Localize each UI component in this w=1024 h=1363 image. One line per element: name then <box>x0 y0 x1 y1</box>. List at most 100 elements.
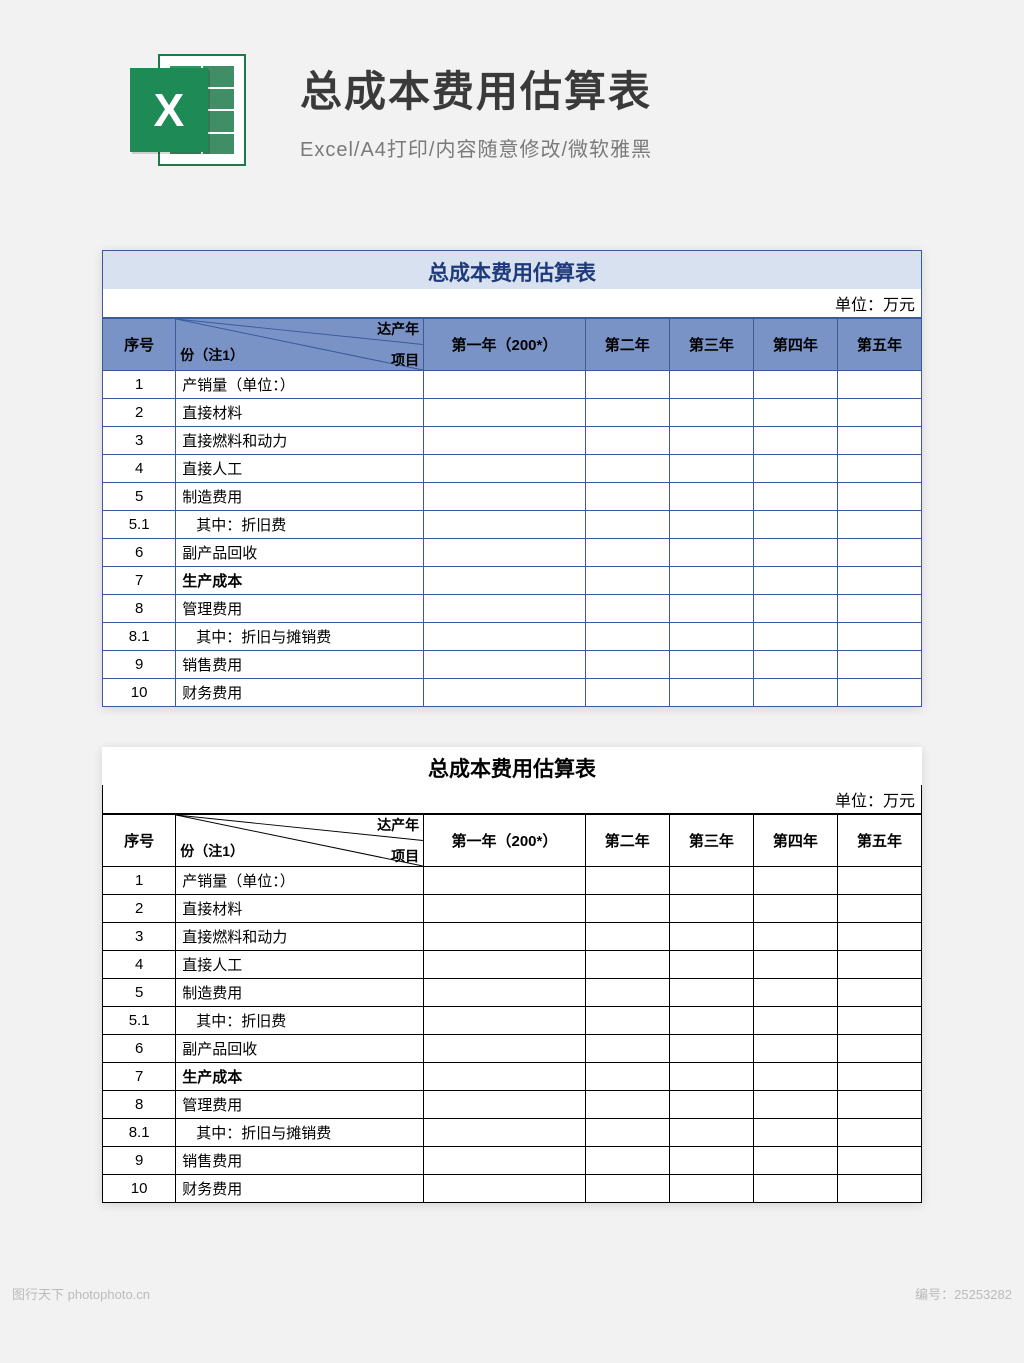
cell-item: 销售费用 <box>176 1147 424 1175</box>
watermark-source: 图行天下 photophoto.cn <box>12 1284 150 1303</box>
cell-item: 财务费用 <box>176 679 424 707</box>
cell-year <box>585 623 669 651</box>
col-year4-header: 第四年 <box>753 319 837 371</box>
cell-year <box>837 979 921 1007</box>
cell-year <box>424 1007 586 1035</box>
cell-year <box>424 1175 586 1203</box>
cell-year <box>585 923 669 951</box>
cell-item: 产销量（单位：） <box>176 371 424 399</box>
cell-year <box>669 595 753 623</box>
cell-year <box>424 679 586 707</box>
cell-year <box>669 427 753 455</box>
cell-year <box>424 1063 586 1091</box>
sheet-unit-label-plain: 单位：万元 <box>102 785 922 814</box>
cell-year <box>753 567 837 595</box>
cell-year <box>424 623 586 651</box>
cell-year <box>753 595 837 623</box>
cell-year <box>837 1175 921 1203</box>
cell-year <box>753 1091 837 1119</box>
cell-year <box>753 923 837 951</box>
cell-year <box>424 511 586 539</box>
cell-year <box>753 371 837 399</box>
col-year2-header: 第二年 <box>585 319 669 371</box>
cell-seq: 3 <box>103 923 176 951</box>
cell-seq: 5 <box>103 979 176 1007</box>
table-row: 3直接燃料和动力 <box>103 427 922 455</box>
cell-year <box>669 623 753 651</box>
cell-seq: 4 <box>103 951 176 979</box>
cell-seq: 1 <box>103 371 176 399</box>
cell-year <box>424 895 586 923</box>
table-row: 8.1其中：折旧与摊销费 <box>103 1119 922 1147</box>
cell-item: 其中：折旧与摊销费 <box>176 623 424 651</box>
table-row: 2直接材料 <box>103 895 922 923</box>
cell-year <box>669 399 753 427</box>
cell-seq: 8 <box>103 1091 176 1119</box>
table-row: 10财务费用 <box>103 679 922 707</box>
cell-seq: 8.1 <box>103 623 176 651</box>
cell-seq: 5 <box>103 483 176 511</box>
sheet-title: 总成本费用估算表 <box>102 250 922 289</box>
cell-seq: 7 <box>103 567 176 595</box>
cell-year <box>669 951 753 979</box>
col-year1-header: 第一年（200*） <box>424 319 586 371</box>
cell-seq: 10 <box>103 679 176 707</box>
page-title: 总成本费用估算表 <box>300 58 652 119</box>
cell-item: 直接燃料和动力 <box>176 427 424 455</box>
col-seq-header: 序号 <box>103 319 176 371</box>
cell-year <box>753 511 837 539</box>
diag-label-mid: 份（注1） <box>180 345 244 365</box>
cell-year <box>424 539 586 567</box>
cell-year <box>424 1091 586 1119</box>
cell-item: 财务费用 <box>176 1175 424 1203</box>
cell-year <box>585 679 669 707</box>
cell-year <box>585 979 669 1007</box>
table-row: 9销售费用 <box>103 651 922 679</box>
cell-year <box>753 1119 837 1147</box>
table-row: 7生产成本 <box>103 1063 922 1091</box>
cell-year <box>585 567 669 595</box>
cell-year <box>753 483 837 511</box>
col-year4-header: 第四年 <box>753 815 837 867</box>
col-year5-header: 第五年 <box>837 319 921 371</box>
cell-year <box>753 1175 837 1203</box>
cell-year <box>585 511 669 539</box>
cell-seq: 8.1 <box>103 1119 176 1147</box>
cell-seq: 6 <box>103 1035 176 1063</box>
col-item-header-diagonal: 达产年 份（注1） 项目 <box>176 815 424 867</box>
cell-year <box>424 651 586 679</box>
cell-seq: 1 <box>103 867 176 895</box>
cell-year <box>669 1175 753 1203</box>
cell-year <box>424 923 586 951</box>
cell-year <box>753 539 837 567</box>
table-body-colored: 1产销量（单位：）2直接材料3直接燃料和动力4直接人工5制造费用5.1其中：折旧… <box>103 371 922 707</box>
cell-year <box>585 1119 669 1147</box>
cell-item: 直接材料 <box>176 399 424 427</box>
cell-item: 生产成本 <box>176 567 424 595</box>
cell-year <box>424 951 586 979</box>
watermark-id: 编号：25253282 <box>915 1284 1012 1303</box>
cell-year <box>585 483 669 511</box>
cell-year <box>669 1119 753 1147</box>
cell-year <box>753 1147 837 1175</box>
cell-year <box>837 567 921 595</box>
cell-year <box>585 427 669 455</box>
sheet-unit-label: 单位：万元 <box>102 289 922 318</box>
cell-year <box>585 1035 669 1063</box>
table-row: 8.1其中：折旧与摊销费 <box>103 623 922 651</box>
cell-year <box>753 1063 837 1091</box>
table-row: 4直接人工 <box>103 951 922 979</box>
cell-seq: 9 <box>103 1147 176 1175</box>
cell-year <box>753 651 837 679</box>
cell-seq: 5.1 <box>103 511 176 539</box>
cell-year <box>669 1035 753 1063</box>
cell-year <box>837 595 921 623</box>
cell-year <box>837 427 921 455</box>
cell-year <box>837 399 921 427</box>
cell-year <box>424 1147 586 1175</box>
cell-year <box>837 483 921 511</box>
cell-year <box>837 1119 921 1147</box>
cell-seq: 7 <box>103 1063 176 1091</box>
cell-item: 其中：折旧费 <box>176 511 424 539</box>
table-row: 3直接燃料和动力 <box>103 923 922 951</box>
